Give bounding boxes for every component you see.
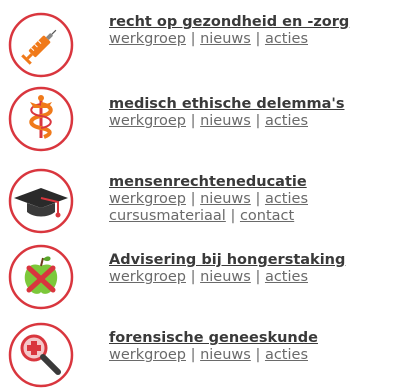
link-separator: | xyxy=(230,208,240,224)
graduation-cap-icon[interactable] xyxy=(8,168,74,234)
link-separator: | xyxy=(255,191,265,207)
section-title[interactable]: Advisering bij hongerstaking xyxy=(109,252,345,269)
link-werkgroep[interactable]: werkgroep xyxy=(109,113,186,129)
section-extra-links: cursusmateriaal | contact xyxy=(109,208,308,225)
link-werkgroep[interactable]: werkgroep xyxy=(109,31,186,47)
magnifier-icon[interactable] xyxy=(8,322,74,388)
link-acties[interactable]: acties xyxy=(265,269,308,285)
section-text-3: mensenrechteneducatie werkgroep | nieuws… xyxy=(109,174,308,225)
link-nieuws[interactable]: nieuws xyxy=(200,191,251,207)
section-text-2: medisch ethische delemma's werkgroep | n… xyxy=(109,96,344,130)
link-separator: | xyxy=(255,347,265,363)
link-separator: | xyxy=(255,31,265,47)
link-separator: | xyxy=(190,191,201,207)
section-links: werkgroep | nieuws | acties xyxy=(109,269,345,286)
link-separator: | xyxy=(190,31,201,47)
link-nieuws[interactable]: nieuws xyxy=(200,31,251,47)
section-links: werkgroep | nieuws | acties xyxy=(109,31,349,48)
link-cursusmateriaal[interactable]: cursusmateriaal xyxy=(109,208,226,224)
link-acties[interactable]: acties xyxy=(265,191,308,207)
section-links: werkgroep | nieuws | acties xyxy=(109,191,308,208)
link-nieuws[interactable]: nieuws xyxy=(200,269,251,285)
link-nieuws[interactable]: nieuws xyxy=(200,113,251,129)
link-separator: | xyxy=(255,113,265,129)
link-nieuws[interactable]: nieuws xyxy=(200,347,251,363)
section-links: werkgroep | nieuws | acties xyxy=(109,347,318,364)
link-acties[interactable]: acties xyxy=(265,113,308,129)
section-text-4: Advisering bij hongerstaking werkgroep |… xyxy=(109,252,345,286)
caduceus-icon[interactable] xyxy=(8,86,74,152)
link-acties[interactable]: acties xyxy=(265,347,308,363)
link-werkgroep[interactable]: werkgroep xyxy=(109,269,186,285)
link-separator: | xyxy=(190,113,201,129)
section-title[interactable]: medisch ethische delemma's xyxy=(109,96,344,113)
section-title[interactable]: recht op gezondheid en -zorg xyxy=(109,14,349,31)
syringe-icon[interactable] xyxy=(8,12,74,78)
section-title[interactable]: forensische geneeskunde xyxy=(109,330,318,347)
link-contact[interactable]: contact xyxy=(240,208,294,224)
section-text-1: recht op gezondheid en -zorg werkgroep |… xyxy=(109,14,349,48)
link-werkgroep[interactable]: werkgroep xyxy=(109,191,186,207)
link-werkgroep[interactable]: werkgroep xyxy=(109,347,186,363)
section-text-5: forensische geneeskunde werkgroep | nieu… xyxy=(109,330,318,364)
section-title[interactable]: mensenrechteneducatie xyxy=(109,174,308,191)
link-separator: | xyxy=(255,269,265,285)
link-separator: | xyxy=(190,347,201,363)
link-separator: | xyxy=(190,269,201,285)
section-links: werkgroep | nieuws | acties xyxy=(109,113,344,130)
link-acties[interactable]: acties xyxy=(265,31,308,47)
crossed-apple-icon[interactable] xyxy=(8,244,74,310)
